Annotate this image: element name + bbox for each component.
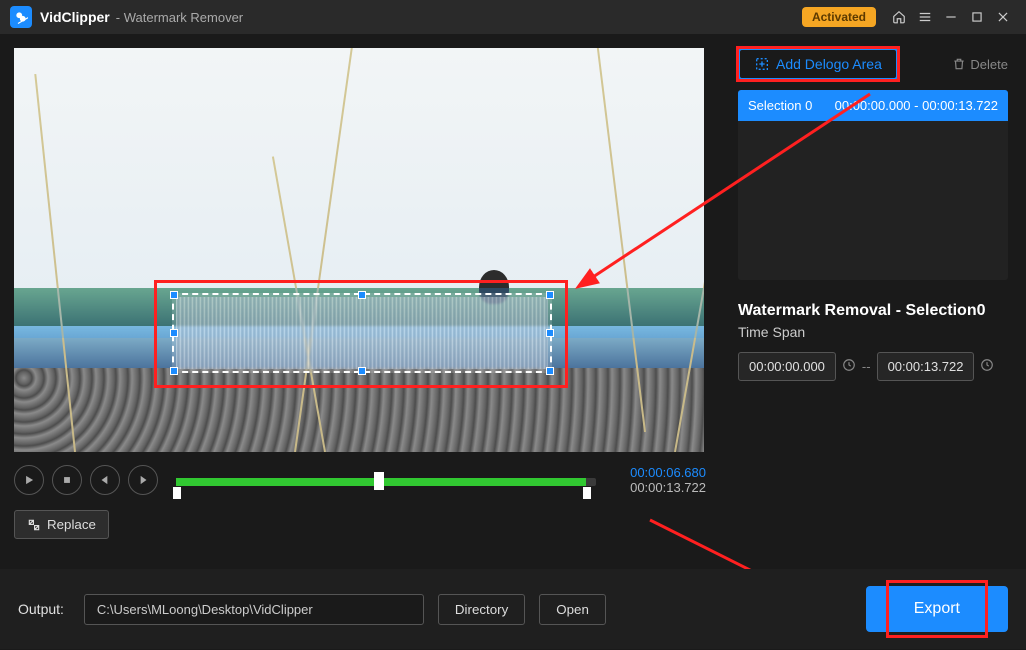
video-stage[interactable] bbox=[14, 48, 704, 452]
selection-list: Selection 0 00:00:00.000 - 00:00:13.722 bbox=[738, 90, 1008, 280]
output-label: Output: bbox=[18, 601, 64, 617]
side-panel: Add Delogo Area Delete Selection 0 00:00… bbox=[720, 34, 1026, 569]
timeline-playhead[interactable] bbox=[374, 472, 384, 490]
add-delogo-area-button[interactable]: Add Delogo Area bbox=[738, 48, 898, 80]
current-time: 00:00:06.680 bbox=[606, 465, 706, 480]
delogo-selection-box[interactable] bbox=[172, 293, 552, 373]
app-mode: - Watermark Remover bbox=[116, 10, 243, 25]
section-sub: Time Span bbox=[738, 324, 1008, 340]
preview-pane: 00:00:06.680 00:00:13.722 Replace bbox=[0, 34, 720, 569]
app-name: VidClipper bbox=[40, 9, 110, 25]
timespan-row: 00:00:00.000 -- 00:00:13.722 bbox=[738, 352, 1008, 381]
activated-badge[interactable]: Activated bbox=[802, 7, 876, 27]
delete-button[interactable]: Delete bbox=[952, 57, 1008, 72]
menu-icon[interactable] bbox=[912, 4, 938, 30]
export-button[interactable]: Export bbox=[866, 586, 1008, 632]
next-frame-button[interactable] bbox=[128, 465, 158, 495]
stop-button[interactable] bbox=[52, 465, 82, 495]
home-icon[interactable] bbox=[886, 4, 912, 30]
bottom-bar: Output: C:\Users\MLoong\Desktop\VidClipp… bbox=[0, 569, 1026, 649]
selection-row[interactable]: Selection 0 00:00:00.000 - 00:00:13.722 bbox=[738, 90, 1008, 121]
section-title: Watermark Removal - Selection0 bbox=[738, 302, 1008, 320]
replace-label: Replace bbox=[47, 517, 96, 532]
open-button[interactable]: Open bbox=[539, 594, 606, 625]
maximize-icon[interactable] bbox=[964, 4, 990, 30]
transport-controls: 00:00:06.680 00:00:13.722 bbox=[14, 460, 706, 500]
selection-span: 00:00:00.000 - 00:00:13.722 bbox=[835, 98, 998, 113]
selection-name: Selection 0 bbox=[748, 98, 812, 113]
delete-label: Delete bbox=[970, 57, 1008, 72]
title-bar: VidClipper - Watermark Remover Activated bbox=[0, 0, 1026, 34]
set-start-icon[interactable] bbox=[842, 358, 856, 375]
close-icon[interactable] bbox=[990, 4, 1016, 30]
play-button[interactable] bbox=[14, 465, 44, 495]
output-path-field[interactable]: C:\Users\MLoong\Desktop\VidClipper bbox=[84, 594, 424, 625]
set-end-icon[interactable] bbox=[980, 358, 994, 375]
time-end-input[interactable]: 00:00:13.722 bbox=[877, 352, 975, 381]
app-logo-icon bbox=[10, 6, 32, 28]
replace-button[interactable]: Replace bbox=[14, 510, 109, 539]
total-time: 00:00:13.722 bbox=[606, 480, 706, 495]
minimize-icon[interactable] bbox=[938, 4, 964, 30]
time-start-input[interactable]: 00:00:00.000 bbox=[738, 352, 836, 381]
time-display: 00:00:06.680 00:00:13.722 bbox=[606, 465, 706, 495]
timeline[interactable] bbox=[176, 465, 596, 495]
prev-frame-button[interactable] bbox=[90, 465, 120, 495]
directory-button[interactable]: Directory bbox=[438, 594, 525, 625]
main-area: 00:00:06.680 00:00:13.722 Replace Add De… bbox=[0, 34, 1026, 569]
add-delogo-label: Add Delogo Area bbox=[776, 56, 882, 72]
